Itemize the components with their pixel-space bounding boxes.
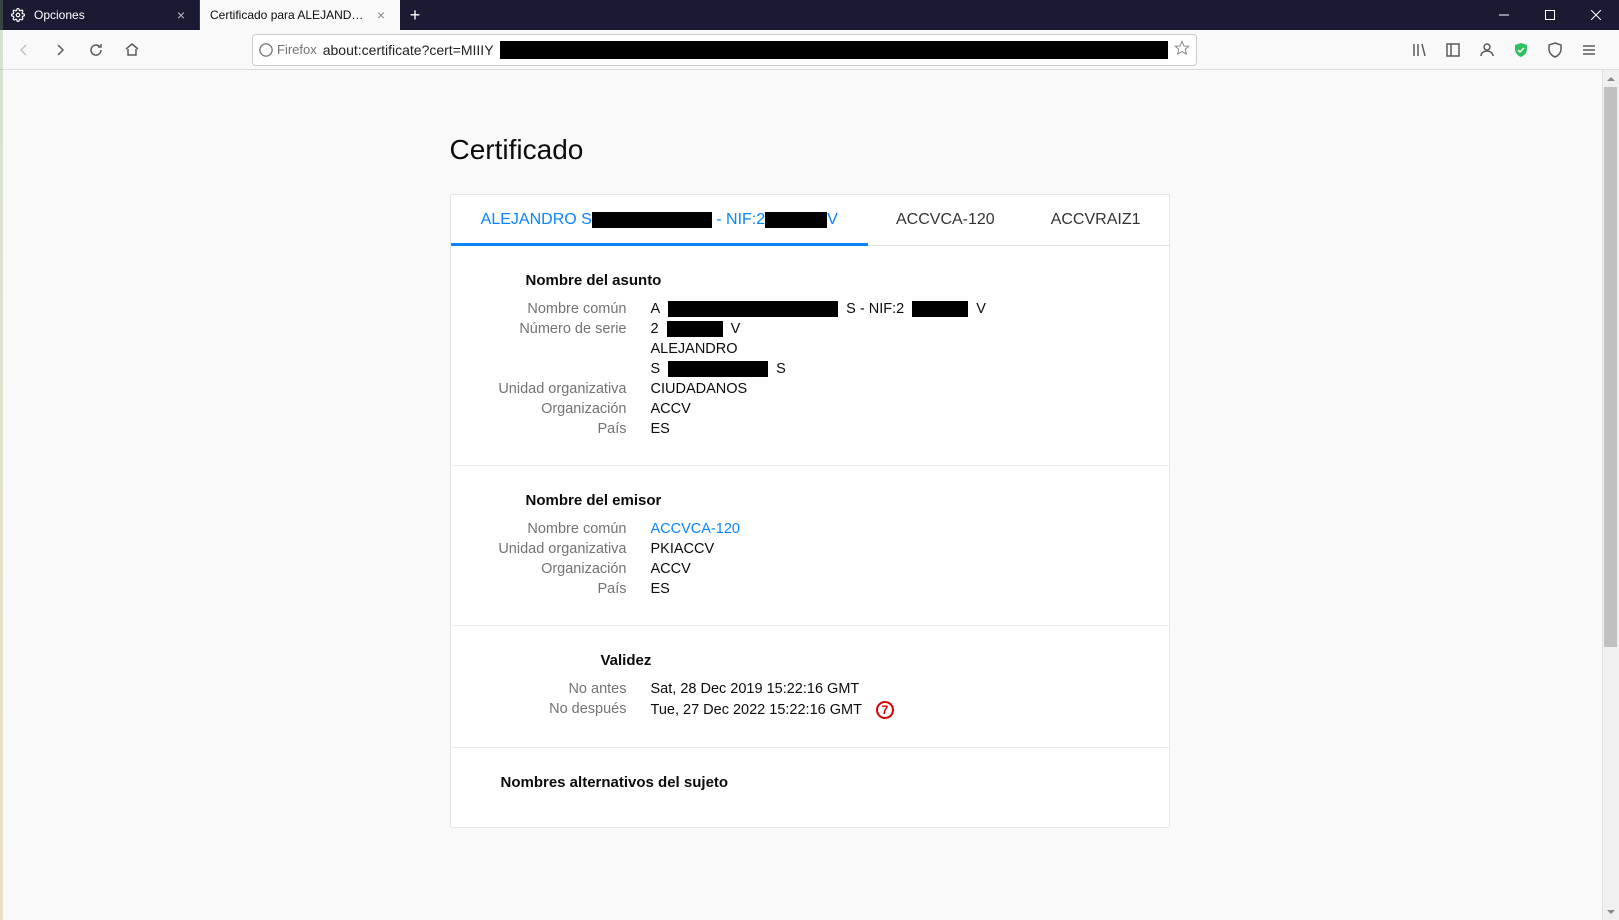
tab-opciones[interactable]: Opciones × <box>0 0 200 30</box>
bookmark-star-icon[interactable] <box>1174 40 1190 59</box>
page-content: Certificado ALEJANDRO S - NIF:2 V ACCVCA-… <box>0 70 1619 920</box>
field-label: País <box>451 581 651 597</box>
sidebar-button[interactable] <box>1437 34 1469 66</box>
section-title: Validez <box>601 652 1129 669</box>
new-tab-button[interactable]: + <box>400 0 430 30</box>
section-title: Nombre del asunto <box>526 272 1129 289</box>
menu-button[interactable] <box>1573 34 1605 66</box>
field-value: ES <box>651 581 670 597</box>
tab-title: Certificado para ALEJANDRO S████ <box>210 8 365 22</box>
field-label: No después <box>451 701 651 717</box>
redacted <box>668 301 838 317</box>
certificate-tabs: ALEJANDRO S - NIF:2 V ACCVCA-120 ACCVRAIZ… <box>451 195 1169 246</box>
close-icon[interactable]: × <box>173 7 189 23</box>
section-title: Nombre del emisor <box>526 492 1129 509</box>
certificate-card: ALEJANDRO S - NIF:2 V ACCVCA-120 ACCVRAIZ… <box>450 194 1170 828</box>
redacted <box>667 321 723 337</box>
tab-certificado[interactable]: Certificado para ALEJANDRO S████ × <box>200 0 400 30</box>
field-label: Organización <box>451 561 651 577</box>
value-part: V <box>976 301 986 317</box>
scroll-up-icon[interactable] <box>1602 70 1619 87</box>
value-part: A <box>651 301 661 317</box>
firefox-icon <box>259 43 273 57</box>
close-icon[interactable]: × <box>373 7 389 23</box>
field-value: Tue, 27 Dec 2022 15:22:16 GMT 7 <box>651 701 894 719</box>
library-button[interactable] <box>1403 34 1435 66</box>
scroll-down-icon[interactable] <box>1602 903 1619 920</box>
field-label: Nombre común <box>451 301 651 317</box>
reload-button[interactable] <box>80 34 112 66</box>
field-label: País <box>451 421 651 437</box>
navigation-toolbar: Firefox about:certificate?cert=MIIIY <box>0 30 1619 70</box>
home-button[interactable] <box>116 34 148 66</box>
field-value: A S - NIF:2 V <box>651 301 986 317</box>
url-text: about:certificate?cert=MIIIY <box>323 42 494 58</box>
shield-icon[interactable] <box>1505 34 1537 66</box>
toolbar-right <box>1403 34 1611 66</box>
field-value: 2V <box>651 321 741 337</box>
annotation-badge: 7 <box>876 701 894 719</box>
account-button[interactable] <box>1471 34 1503 66</box>
maximize-button[interactable] <box>1527 0 1573 30</box>
section-validity: Validez No antesSat, 28 Dec 2019 15:22:1… <box>451 626 1169 748</box>
section-title: Nombres alternativos del sujeto <box>501 774 1129 791</box>
cert-tab-label-part: ALEJANDRO S <box>481 211 592 228</box>
field-label: Número de serie <box>451 321 651 337</box>
value-part: S <box>776 361 786 377</box>
issuer-cn-link[interactable]: ACCVCA-120 <box>651 521 740 537</box>
redacted <box>765 212 827 228</box>
field-label: Organización <box>451 401 651 417</box>
field-value: SS <box>651 361 786 377</box>
extension-icon[interactable] <box>1539 34 1571 66</box>
identity-box[interactable]: Firefox <box>259 42 317 57</box>
field-value: PKIACCV <box>651 541 715 557</box>
value-text: Tue, 27 Dec 2022 15:22:16 GMT <box>651 702 862 718</box>
window-titlebar: Opciones × Certificado para ALEJANDRO S█… <box>0 0 1619 30</box>
redacted <box>592 212 712 228</box>
value-part: 2 <box>651 321 659 337</box>
close-window-button[interactable] <box>1573 0 1619 30</box>
field-value: ES <box>651 421 670 437</box>
field-label: Unidad organizativa <box>451 381 651 397</box>
page-heading: Certificado <box>450 134 1170 166</box>
value-part: V <box>731 321 741 337</box>
field-label: No antes <box>451 681 651 697</box>
cert-tab-accvca[interactable]: ACCVCA-120 <box>868 195 1023 245</box>
scrollbar[interactable] <box>1602 70 1619 920</box>
value-part: S - NIF:2 <box>846 301 904 317</box>
back-button[interactable] <box>8 34 40 66</box>
scrollbar-thumb[interactable] <box>1604 87 1617 647</box>
section-san: Nombres alternativos del sujeto <box>451 748 1169 827</box>
cert-tab-label-part: - NIF:2 <box>712 211 765 228</box>
field-value: ACCV <box>651 561 691 577</box>
url-redacted <box>500 41 1168 59</box>
cert-tab-subject[interactable]: ALEJANDRO S - NIF:2 V <box>451 195 869 245</box>
cert-tab-accvraiz[interactable]: ACCVRAIZ1 <box>1023 195 1169 245</box>
redacted <box>668 361 768 377</box>
field-value: CIUDADANOS <box>651 381 748 397</box>
forward-button[interactable] <box>44 34 76 66</box>
field-label: Nombre común <box>451 521 651 537</box>
redacted <box>912 301 968 317</box>
field-value: Sat, 28 Dec 2019 15:22:16 GMT <box>651 681 860 697</box>
cert-tab-label-part: V <box>827 211 838 228</box>
minimize-button[interactable] <box>1481 0 1527 30</box>
tab-title: Opciones <box>34 8 165 22</box>
field-value: ACCV <box>651 401 691 417</box>
window-controls <box>1481 0 1619 30</box>
identity-label: Firefox <box>277 42 317 57</box>
gear-icon <box>10 7 26 23</box>
section-subject: Nombre del asunto Nombre común A S - NIF:… <box>451 246 1169 466</box>
section-issuer: Nombre del emisor Nombre comúnACCVCA-120… <box>451 466 1169 626</box>
field-label: Unidad organizativa <box>451 541 651 557</box>
url-bar[interactable]: Firefox about:certificate?cert=MIIIY <box>252 34 1197 66</box>
value-part: S <box>651 361 661 377</box>
field-value: ALEJANDRO <box>651 341 738 357</box>
